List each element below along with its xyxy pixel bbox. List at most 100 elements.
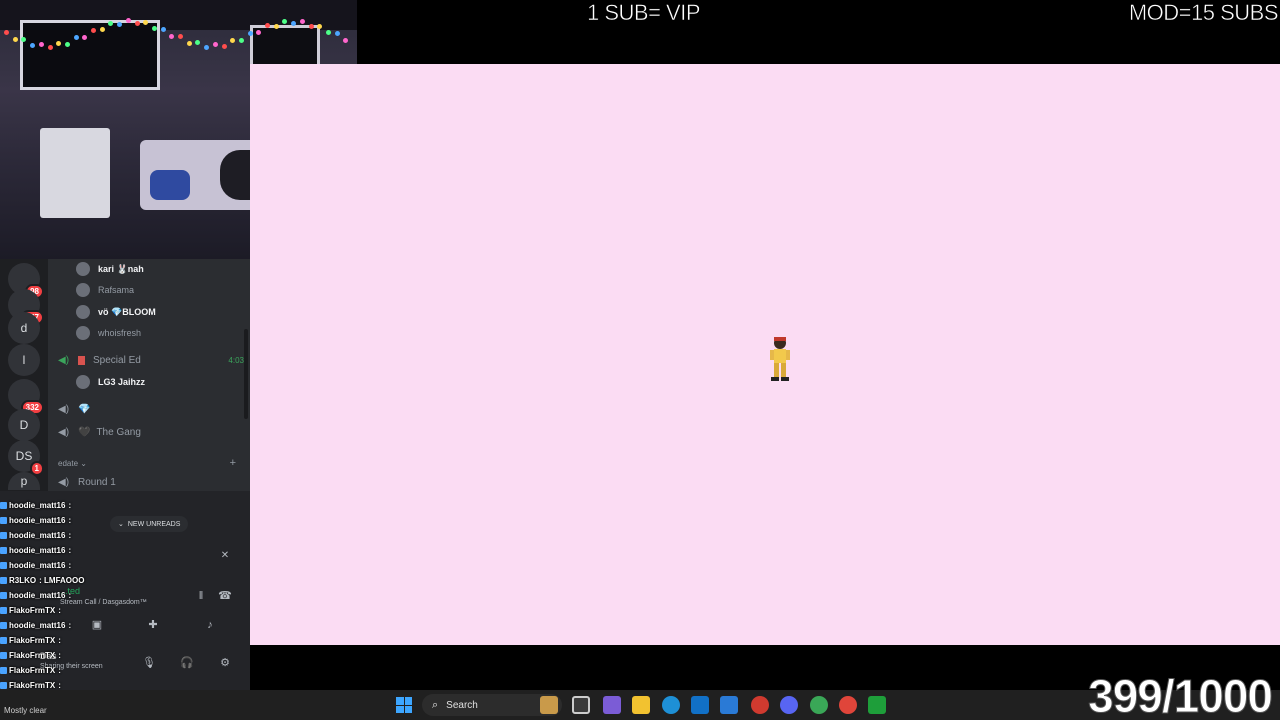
search-placeholder: Search (446, 699, 478, 711)
voice-channel-special-ed[interactable]: ◀) Special Ed 4:03 (58, 351, 244, 369)
string-light (134, 21, 140, 27)
string-light (204, 44, 210, 50)
string-light (125, 18, 131, 23)
game-canvas[interactable] (250, 64, 1280, 645)
widgets-icon[interactable] (540, 696, 558, 714)
voice-member[interactable]: Rafsama (76, 281, 134, 299)
obs-icon[interactable] (751, 696, 769, 714)
string-light (30, 43, 36, 49)
string-light (265, 23, 270, 29)
server-icon[interactable]: D (8, 409, 40, 441)
string-light (299, 18, 305, 24)
string-light (12, 36, 18, 42)
string-light (308, 23, 314, 29)
stream-chat-overlay: hoodie_matt16: hoodie_matt16: hoodie_mat… (0, 498, 140, 720)
string-light (238, 37, 244, 43)
scrollbar[interactable] (244, 329, 248, 419)
task-view-icon[interactable] (572, 696, 590, 714)
voice-channel[interactable]: ◀) 💎 (58, 400, 244, 418)
chat-message: R3LKO: LMFAOOO (0, 573, 140, 588)
edge-icon[interactable] (662, 696, 680, 714)
chat-message: hoodie_matt16: (0, 558, 140, 573)
speaker-icon: ◀) (58, 404, 70, 415)
string-light (291, 21, 297, 26)
sub-vip-text: 1 SUB= VIP (587, 0, 701, 25)
headphones-icon[interactable]: 🎧 (178, 656, 196, 670)
discord-icon[interactable] (780, 696, 798, 714)
channel-list: kari 🐰nah Rafsama vö 💎BLOOM whoisfresh ◀… (48, 259, 250, 491)
screen: 1 SUB= VIP MOD=15 SUBS 98 647 d l 332 D … (0, 0, 1280, 720)
string-light (160, 26, 166, 32)
voice-member[interactable]: LG3 Jaihzz (76, 373, 145, 391)
string-light (186, 40, 192, 46)
string-light (317, 23, 323, 29)
string-light (256, 30, 262, 36)
mod-subs-text: MOD=15 SUBS (1128, 0, 1279, 25)
windows-start-icon[interactable] (396, 697, 412, 713)
server-icon[interactable]: 332 (8, 379, 44, 415)
avatar (76, 326, 90, 340)
outlook-icon[interactable] (720, 696, 738, 714)
soundboard-icon[interactable]: ♪ (201, 618, 219, 632)
speaker-icon: ◀) (58, 427, 70, 438)
activities-icon[interactable]: ✚ (144, 618, 162, 632)
string-light (212, 41, 218, 47)
chat-message: FlakoFrmTX: (0, 603, 140, 618)
avatar (76, 283, 90, 297)
string-light (151, 26, 157, 32)
string-light (195, 40, 201, 46)
chat-message: hoodie_matt16: (0, 543, 140, 558)
weather-widget[interactable]: Mostly clear (0, 690, 90, 720)
string-light (99, 26, 105, 32)
add-channel-icon[interactable]: + (230, 457, 236, 469)
goal-counter: 399/1000 (1088, 670, 1274, 720)
string-light (4, 30, 9, 35)
voice-channel-round[interactable]: ◀) Round 1 (58, 473, 244, 491)
character-sprite (770, 337, 790, 381)
voice-member[interactable]: whoisfresh (76, 324, 141, 342)
app-icon[interactable] (603, 696, 621, 714)
close-stream-icon[interactable]: ✕ (218, 550, 232, 564)
string-light (117, 21, 123, 27)
chrome-icon[interactable] (810, 696, 828, 714)
speaker-icon: ◀) (58, 355, 70, 366)
string-light (221, 43, 227, 49)
string-light (108, 20, 114, 26)
disconnect-icon[interactable]: ☎ (216, 589, 234, 603)
string-light (73, 35, 79, 41)
server-icon[interactable]: d (8, 312, 40, 344)
avatar (76, 305, 90, 319)
string-light (273, 23, 279, 29)
chat-message: hoodie_matt16: (0, 498, 140, 513)
string-light (325, 30, 331, 36)
chat-message: hoodie_matt16: (0, 588, 140, 603)
voice-channel-the-gang[interactable]: ◀) 🖤 The Gang (58, 423, 244, 441)
store-icon[interactable] (691, 696, 709, 714)
server-icon[interactable]: l (8, 344, 40, 376)
string-light (82, 34, 88, 40)
avatar (76, 262, 90, 276)
string-light (230, 38, 236, 44)
string-light (91, 27, 96, 33)
string-light (143, 20, 149, 26)
voice-member[interactable]: vö 💎BLOOM (76, 303, 156, 321)
noise-suppression-icon[interactable]: ‖ (192, 589, 210, 603)
voice-member[interactable]: kari 🐰nah (76, 260, 144, 278)
speaker-icon: ◀) (58, 477, 70, 488)
gear-icon[interactable]: ⚙ (216, 656, 234, 670)
channel-emoji (78, 355, 85, 365)
chat-message: hoodie_matt16: (0, 528, 140, 543)
string-light (21, 37, 27, 43)
string-light (169, 33, 175, 39)
category-header[interactable]: edate ⌄ + (58, 457, 244, 469)
server-rail: 98 647 d l 332 D DS1 p (0, 259, 48, 491)
microphone-icon[interactable]: 🎙 (140, 656, 158, 670)
chrome-icon[interactable] (839, 696, 857, 714)
chat-message: hoodie_matt16: (0, 618, 140, 633)
string-light (178, 34, 183, 40)
server-icon[interactable]: DS 1 (8, 440, 44, 476)
xbox-icon[interactable] (868, 696, 886, 714)
avatar (76, 375, 90, 389)
string-light (56, 40, 62, 46)
file-explorer-icon[interactable] (632, 696, 650, 714)
